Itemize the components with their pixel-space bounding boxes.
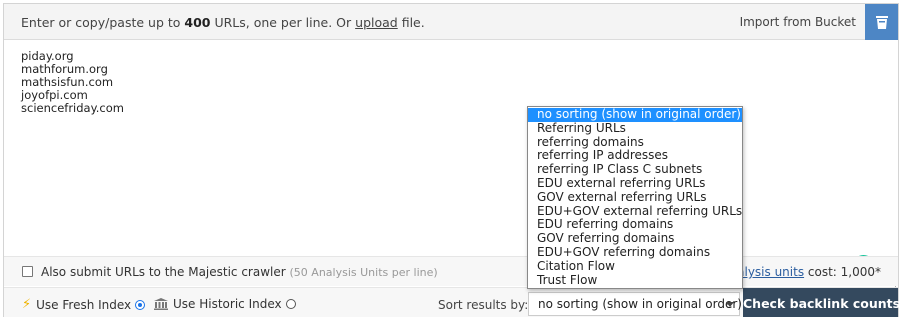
historic-index-radio[interactable] xyxy=(285,299,296,309)
instructions-suffix: file. xyxy=(397,15,425,30)
submit-to-crawler-checkbox[interactable] xyxy=(22,266,33,277)
sort-option[interactable]: no sorting (show in original order) xyxy=(528,107,742,122)
input-header: Enter or copy/paste up to 400 URLs, one … xyxy=(4,4,898,40)
sort-option[interactable]: Referring URLs xyxy=(528,121,742,136)
historic-index-option[interactable]: Use Historic Index xyxy=(154,297,296,311)
crawler-options-row: Also submit URLs to the Majestic crawler… xyxy=(4,256,898,286)
sort-option[interactable]: referring IP addresses xyxy=(528,149,742,163)
backlink-checker-panel: Enter or copy/paste up to 400 URLs, one … xyxy=(3,3,900,317)
historic-index-label: Use Historic Index xyxy=(173,297,282,311)
bucket-button[interactable] xyxy=(865,4,898,40)
instructions-text: Enter or copy/paste up to 400 URLs, one … xyxy=(21,15,425,30)
url-line: sciencefriday.com xyxy=(21,101,124,115)
sort-option[interactable]: referring IP Class C subnets xyxy=(528,162,742,177)
sort-option[interactable]: GOV referring domains xyxy=(528,231,742,246)
sort-option[interactable]: Trust Flow xyxy=(528,273,742,288)
url-input-textarea[interactable]: piday.org mathforum.org mathsisfun.com j… xyxy=(4,41,898,289)
import-from-bucket-link[interactable]: Import from Bucket xyxy=(740,15,856,29)
sort-selected-value: no sorting (show in original order) xyxy=(538,297,742,311)
crawler-label-text: Also submit URLs to the Majestic crawler xyxy=(41,265,286,279)
sort-option[interactable]: EDU external referring URLs xyxy=(528,176,742,191)
upload-link[interactable]: upload xyxy=(355,15,398,30)
sort-select[interactable]: no sorting (show in original order) xyxy=(528,292,742,316)
crawler-note: (50 Analysis Units per line) xyxy=(289,266,438,279)
instructions-prefix: Enter or copy/paste up to xyxy=(21,15,185,30)
fresh-index-option[interactable]: ⚡ Use Fresh Index xyxy=(22,297,146,312)
fresh-index-radio[interactable] xyxy=(135,299,146,310)
sort-option[interactable]: EDU+GOV referring domains xyxy=(528,245,742,260)
sort-option[interactable]: GOV external referring URLs xyxy=(528,190,742,205)
max-urls-count: 400 xyxy=(184,15,211,30)
analysis-cost: alysis units cost: 1,000* xyxy=(737,265,881,279)
sort-option[interactable]: Citation Flow xyxy=(528,259,742,274)
check-backlink-counts-button[interactable]: Check backlink counts xyxy=(743,288,900,317)
options-bar: ⚡ Use Fresh Index Use Historic Index Sor… xyxy=(4,287,900,317)
fresh-index-label: Use Fresh Index xyxy=(36,297,132,312)
sort-option[interactable]: EDU referring domains xyxy=(528,218,742,232)
sort-label: Sort results by: xyxy=(438,298,529,312)
chevron-down-icon xyxy=(726,302,734,307)
bucket-icon xyxy=(875,16,888,29)
sort-option[interactable]: referring domains xyxy=(528,135,742,150)
sort-option[interactable]: EDU+GOV external referring URLs xyxy=(528,204,742,219)
sort-options-dropdown[interactable]: no sorting (show in original order) Refe… xyxy=(527,106,743,289)
lightning-icon: ⚡ xyxy=(22,297,32,312)
instructions-mid: URLs, one per line. Or xyxy=(210,15,356,30)
historic-building-icon xyxy=(154,298,168,310)
crawler-label: Also submit URLs to the Majestic crawler… xyxy=(41,265,438,279)
analysis-units-link[interactable]: alysis units xyxy=(737,265,804,279)
cost-value: cost: 1,000* xyxy=(804,265,881,279)
